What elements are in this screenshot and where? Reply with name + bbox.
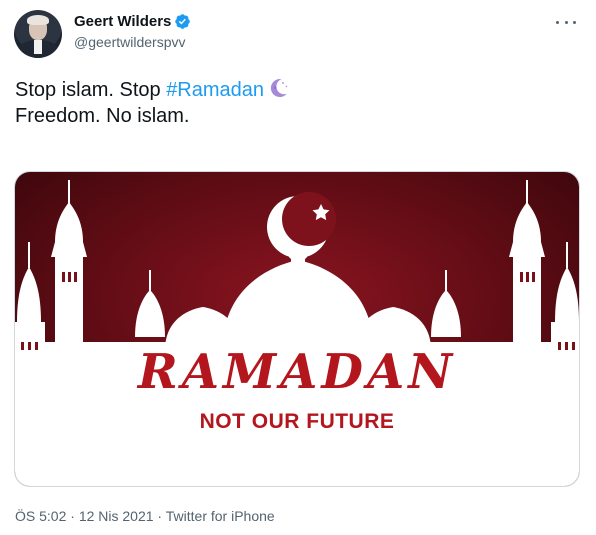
ramadan-poster-art (15, 172, 579, 486)
meta-separator: · (153, 508, 166, 524)
crescent-moon-emoji-icon (270, 79, 288, 98)
tweet-time[interactable]: ÖS 5:02 (15, 508, 66, 524)
tweet-text-part: Stop islam. Stop (15, 79, 167, 101)
tweet-card: Geert Wilders @geertwilderspvv Stop isla… (0, 0, 596, 535)
tweet-line-2: Freedom. No islam. (15, 105, 190, 127)
author-block: Geert Wilders @geertwilderspvv (74, 13, 191, 50)
tweet-media-image[interactable]: RAMADAN NOT OUR FUTURE (14, 171, 580, 487)
media-subtitle: NOT OUR FUTURE (199, 410, 395, 433)
tweet-date[interactable]: 12 Nis 2021 (79, 508, 154, 524)
media-title: RAMADAN (137, 344, 457, 400)
tweet-meta: ÖS 5:02 · 12 Nis 2021 · Twitter for iPho… (15, 508, 275, 524)
author-handle[interactable]: @geertwilderspvv (74, 34, 191, 50)
tweet-source[interactable]: Twitter for iPhone (166, 508, 275, 524)
meta-separator: · (66, 508, 79, 524)
hashtag-link[interactable]: #Ramadan (166, 79, 264, 101)
tweet-line-1: Stop islam. Stop #Ramadan (15, 76, 575, 103)
author-display-name[interactable]: Geert Wilders (74, 13, 171, 30)
more-options-icon[interactable] (556, 14, 576, 30)
verified-badge-icon (175, 14, 191, 30)
tweet-text: Stop islam. Stop #Ramadan Freedom. No is… (15, 76, 575, 129)
avatar[interactable] (14, 10, 62, 58)
